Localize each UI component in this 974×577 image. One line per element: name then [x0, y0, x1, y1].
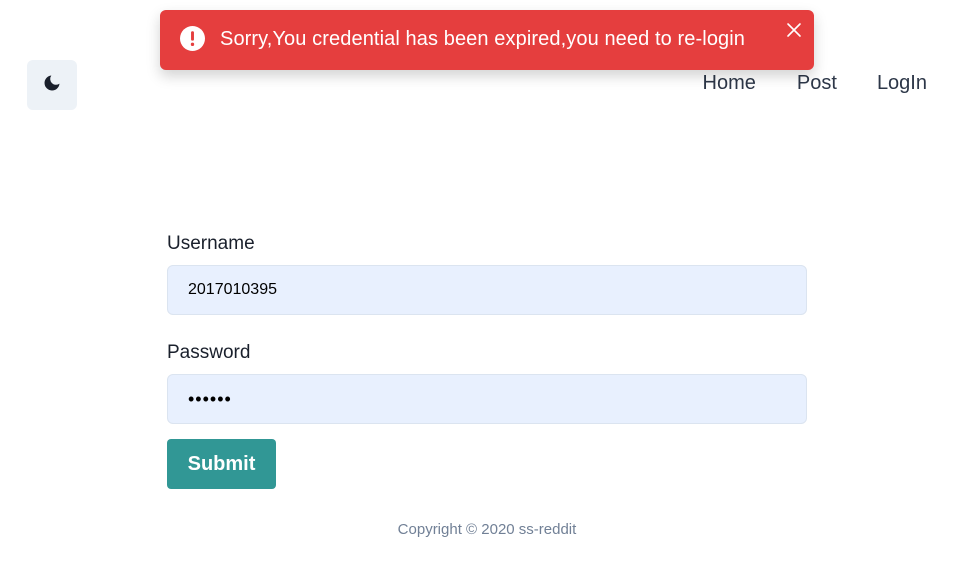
close-icon[interactable] [784, 20, 804, 40]
theme-toggle-button[interactable] [27, 60, 77, 110]
username-label: Username [167, 233, 255, 254]
main-nav: Home Post LogIn [703, 72, 927, 95]
page: Home Post LogIn Sorry,You credential has… [0, 0, 974, 577]
moon-icon [42, 73, 62, 98]
username-input[interactable] [167, 265, 807, 315]
nav-link-post[interactable]: Post [797, 72, 837, 95]
nav-link-login[interactable]: LogIn [877, 72, 927, 95]
footer-copyright: Copyright © 2020 ss-reddit [397, 521, 577, 538]
toast-message: Sorry,You credential has been expired,yo… [220, 28, 746, 50]
error-toast: Sorry,You credential has been expired,yo… [160, 10, 814, 70]
submit-button[interactable]: Submit [167, 439, 276, 489]
warning-icon [180, 26, 205, 51]
login-form: Username Password Submit [167, 232, 807, 489]
nav-link-home[interactable]: Home [703, 72, 756, 95]
password-input[interactable] [167, 374, 807, 424]
password-label: Password [167, 342, 251, 363]
